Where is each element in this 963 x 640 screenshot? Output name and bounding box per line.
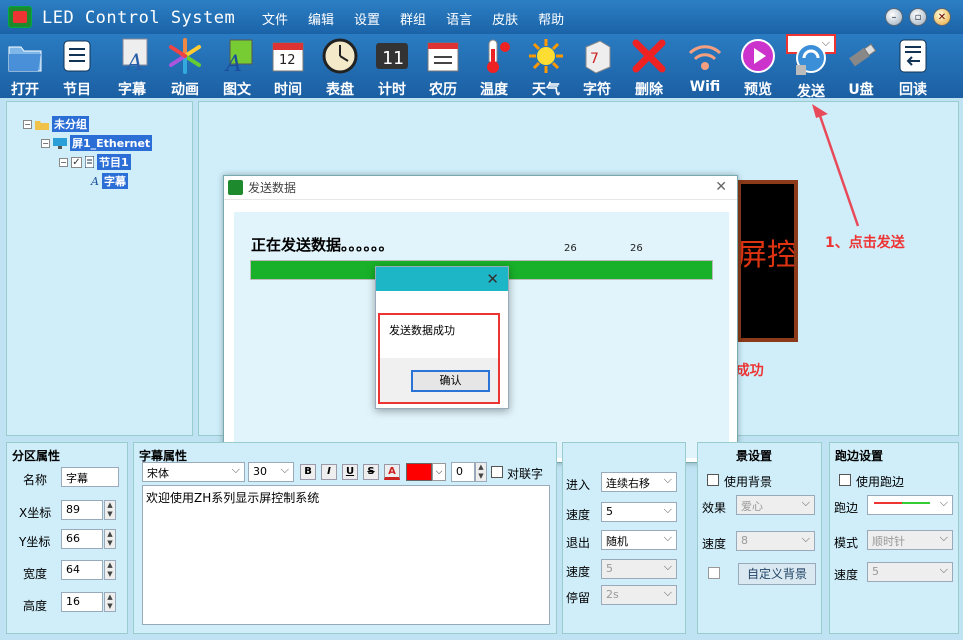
use-background-checkbox[interactable] (707, 474, 719, 486)
zone-height-stepper[interactable]: ▲ ▼ (104, 592, 116, 612)
border-panel: 跑边设置 使用跑边 跑边 模式 顺时针 速度 5 (829, 442, 959, 634)
message-box-footer: 确认 (380, 358, 498, 402)
send-dialog-titlebar: 发送数据 ✕ (224, 176, 737, 200)
border-pattern-icon (874, 502, 930, 504)
zone-y-input[interactable]: 66 (61, 529, 103, 549)
char-spacing-stepper[interactable]: ▲ ▼ (475, 462, 487, 482)
border-mode-select[interactable]: 顺时针 (867, 530, 953, 550)
send-count-b: 26 (630, 243, 643, 254)
strikethrough-button[interactable]: S (363, 464, 379, 480)
message-box: ✕ 发送数据成功 确认 (375, 266, 509, 409)
font-family-select[interactable]: 宋体 (142, 462, 245, 482)
close-icon[interactable]: ✕ (715, 179, 727, 195)
zone-width-input[interactable]: 64 (61, 560, 103, 580)
color-dropdown-icon[interactable]: ⌵ (432, 463, 446, 481)
close-icon[interactable]: ✕ (486, 270, 499, 288)
confirm-button[interactable]: 确认 (411, 370, 490, 392)
custom-background-checkbox[interactable] (708, 567, 720, 579)
stay-time-select[interactable]: 2s (601, 585, 677, 605)
couplet-checkbox[interactable] (491, 466, 503, 478)
message-box-content: 发送数据成功 确认 (378, 313, 500, 404)
zone-y-stepper[interactable]: ▲ ▼ (104, 529, 116, 549)
zone-width-stepper[interactable]: ▲ ▼ (104, 560, 116, 580)
zone-height-input[interactable]: 16 (61, 592, 103, 612)
underline-button[interactable]: U (342, 464, 358, 480)
zone-x-stepper[interactable]: ▲ ▼ (104, 500, 116, 520)
background-effect-select[interactable]: 爱心 (736, 495, 815, 515)
caption-text-editor[interactable]: 欢迎使用ZH系列显示屏控制系统 (142, 485, 550, 625)
send-status-text: 正在发送数据。。。。。。 (251, 236, 394, 254)
send-count-a: 26 (564, 243, 577, 254)
success-message: 发送数据成功 (389, 324, 455, 337)
enter-effect-select[interactable]: 连续右移 (601, 472, 677, 492)
message-box-titlebar: ✕ (376, 267, 508, 291)
use-border-checkbox[interactable] (839, 474, 851, 486)
effect-panel: 进入 连续右移 速度 5 退出 随机 速度 5 停留 2s (562, 442, 686, 634)
italic-button[interactable]: I (321, 464, 337, 480)
zone-x-input[interactable]: 89 (61, 500, 103, 520)
border-speed-select[interactable]: 5 (867, 562, 953, 582)
exit-speed-select[interactable]: 5 (601, 559, 677, 579)
enter-speed-select[interactable]: 5 (601, 502, 677, 522)
font-size-select[interactable]: 30 (248, 462, 294, 482)
app-logo-icon (228, 180, 243, 195)
bold-button[interactable]: B (300, 464, 316, 480)
caption-properties-panel: 字幕属性 宋体 30 B I U S A ⌵ 0 ▲▼ 对联字 欢迎使用ZH系列… (133, 442, 557, 634)
text-color-swatch[interactable] (406, 463, 432, 481)
border-style-select[interactable] (867, 495, 953, 515)
zone-name-input[interactable]: 字幕 (61, 467, 119, 487)
exit-effect-select[interactable]: 随机 (601, 530, 677, 550)
custom-background-button[interactable]: 自定义背景 (738, 563, 816, 585)
char-spacing-input[interactable]: 0 (451, 462, 475, 482)
font-color-button[interactable]: A (384, 464, 400, 480)
background-speed-select[interactable]: 8 (736, 531, 815, 551)
zone-properties-panel: 分区属性 名称 字幕 X坐标 89 ▲ ▼ Y坐标 66 ▲ ▼ 宽度 64 ▲ ▼ … (6, 442, 128, 634)
background-panel: 景设置 使用背景 效果 爱心 速度 8 自定义背景 (697, 442, 822, 634)
